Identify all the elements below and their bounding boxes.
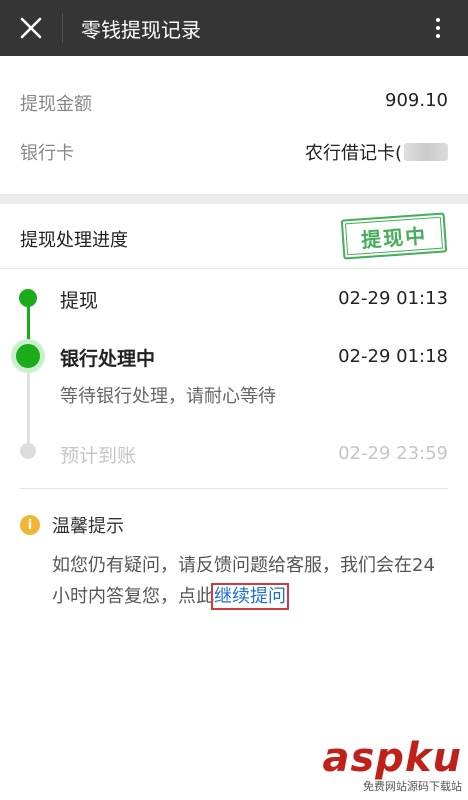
step-label: 预计到账 — [60, 445, 137, 467]
tips-body: 如您仍有疑问，请反馈问题给客服，我们会在24小时内答复您，点此继续提问 — [52, 550, 448, 612]
watermark: aspku 免费网站源码下载站 — [292, 735, 462, 793]
step-note: 等待银行处理，请耐心等待 — [60, 386, 276, 407]
step-dot-current — [16, 344, 40, 368]
blurred-card-number — [404, 143, 448, 161]
progress-timeline: 提现 02-29 01:13 银行处理中 02-29 01:18 等待银行处理，… — [0, 268, 468, 488]
amount-value: 909.10 — [385, 90, 448, 111]
tips-title: 温馨提示 — [52, 516, 124, 537]
withdraw-summary: 提现金额 909.10 银行卡 农行借记卡( — [0, 56, 468, 194]
header-divider — [62, 13, 63, 43]
close-icon — [20, 17, 42, 39]
bank-label: 银行卡 — [20, 143, 74, 164]
section-gap — [0, 194, 468, 204]
continue-ask-link[interactable]: 继续提问 — [211, 583, 289, 610]
tips-header: i 温馨提示 — [20, 512, 124, 538]
bank-value: 农行借记卡( — [304, 143, 402, 164]
amount-label: 提现金额 — [20, 94, 92, 115]
watermark-subtitle: 免费网站源码下载站 — [363, 780, 462, 793]
step-dot-pending — [20, 443, 36, 459]
more-dot-icon — [436, 18, 440, 22]
step-time: 02-29 23:59 — [338, 443, 448, 464]
step-label: 银行处理中 — [60, 348, 156, 370]
page-title: 零钱提现记录 — [81, 17, 201, 42]
timeline-line-pending — [27, 364, 30, 450]
watermark-logo: aspku — [322, 735, 462, 781]
close-button[interactable] — [0, 0, 62, 56]
progress-header: 提现处理进度 提现中 — [0, 204, 468, 269]
progress-title: 提现处理进度 — [20, 230, 128, 251]
amount-row: 提现金额 909.10 — [20, 90, 448, 116]
status-stamp: 提现中 — [340, 212, 448, 260]
step-label: 提现 — [60, 290, 99, 312]
more-dot-icon — [436, 26, 440, 30]
bank-row: 银行卡 农行借记卡( — [20, 139, 448, 165]
top-bar: 零钱提现记录 — [0, 0, 468, 56]
more-dot-icon — [436, 34, 440, 38]
tips-divider — [20, 488, 448, 489]
info-icon: i — [20, 515, 40, 535]
bank-value-wrap: 农行借记卡( — [305, 139, 448, 165]
more-button[interactable] — [418, 0, 458, 56]
step-time: 02-29 01:13 — [338, 288, 448, 309]
step-dot-done — [19, 289, 37, 307]
step-time: 02-29 01:18 — [338, 346, 448, 367]
